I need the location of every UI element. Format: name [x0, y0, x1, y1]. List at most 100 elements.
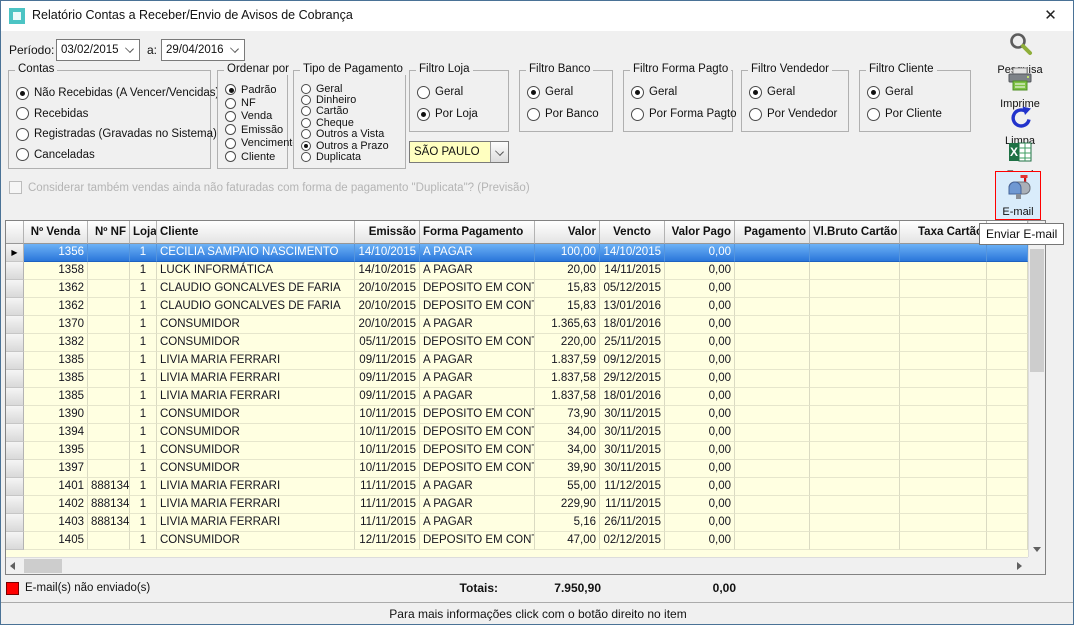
column-header-pagamento[interactable]: Pagamento — [735, 221, 810, 244]
scroll-down-button[interactable] — [1029, 540, 1046, 557]
table-row[interactable]: 13581LUCK INFORMÁTICA14/10/2015A PAGAR20… — [6, 262, 1028, 280]
radio-option-duplicata[interactable]: Duplicata — [301, 151, 403, 162]
cell-loja: 1 — [130, 334, 157, 352]
radio-option-geral[interactable]: Geral — [631, 81, 730, 103]
cell-venda: 1397 — [24, 460, 88, 478]
column-header-loja[interactable]: Loja — [130, 221, 157, 244]
column-header-emissao[interactable]: Emissão — [355, 221, 420, 244]
column-header-forma-pagamento[interactable]: Forma Pagamento — [420, 221, 535, 244]
cell-vl-bruto-cartao — [810, 298, 900, 316]
table-row[interactable]: 14038881341LIVIA MARIA FERRARI11/11/2015… — [6, 514, 1028, 532]
table-row[interactable]: 13951CONSUMIDOR10/11/2015DEPOSITO EM CON… — [6, 442, 1028, 460]
radio-option-geral[interactable]: Geral — [417, 81, 506, 103]
cell-vencto: 14/11/2015 — [600, 262, 665, 280]
group-filtro-loja: Filtro Loja GeralPor Loja — [409, 70, 509, 132]
column-header-venda[interactable]: Nº Venda — [24, 221, 88, 244]
email-label: E-mail — [996, 206, 1040, 218]
radio-label: Geral — [649, 86, 677, 98]
store-select[interactable]: SÃO PAULO — [409, 141, 509, 163]
close-button[interactable]: ✕ — [1028, 1, 1073, 30]
cell-venda: 1394 — [24, 424, 88, 442]
cell-vencto: 30/11/2015 — [600, 442, 665, 460]
forecast-checkbox-row[interactable]: Considerar também vendas ainda não fatur… — [9, 181, 530, 194]
column-header-vl-bruto-cartao[interactable]: Vl.Bruto Cartão — [810, 221, 900, 244]
group-title: Filtro Loja — [416, 63, 473, 75]
svg-text:X: X — [1010, 145, 1018, 159]
table-row[interactable]: 13701CONSUMIDOR20/10/2015A PAGAR1.365,63… — [6, 316, 1028, 334]
row-indicator — [6, 280, 24, 298]
column-header-valor-pago[interactable]: Valor Pago — [665, 221, 735, 244]
radio-option-nf[interactable]: NF — [225, 96, 285, 109]
column-header-cliente[interactable]: Cliente — [157, 221, 355, 244]
vertical-scrollbar[interactable] — [1028, 221, 1045, 557]
radio-option-por-loja[interactable]: Por Loja — [417, 103, 506, 125]
column-header-vencto[interactable]: Vencto — [600, 221, 665, 244]
radio-option-por-cliente[interactable]: Por Cliente — [867, 103, 968, 125]
horizontal-scroll-thumb[interactable] — [24, 559, 62, 573]
radio-option-geral[interactable]: Geral — [749, 81, 846, 103]
radio-option-padrao[interactable]: Padrão — [225, 83, 285, 96]
row-indicator — [6, 460, 24, 478]
table-row[interactable]: 14018881341LIVIA MARIA FERRARI11/11/2015… — [6, 478, 1028, 496]
table-row[interactable]: 13941CONSUMIDOR10/11/2015DEPOSITO EM CON… — [6, 424, 1028, 442]
radio-label: Cliente — [241, 151, 275, 163]
radio-option-nao-recebidas-a-vencer-vencidas[interactable]: Não Recebidas (A Vencer/Vencidas) — [16, 83, 208, 104]
cell-valor-pago: 0,00 — [665, 496, 735, 514]
radio-option-emissao[interactable]: Emissão — [225, 123, 285, 136]
table-row[interactable]: 13851LIVIA MARIA FERRARI09/11/2015A PAGA… — [6, 388, 1028, 406]
cell-nf — [88, 370, 130, 388]
cell-vencto: 30/11/2015 — [600, 406, 665, 424]
radio-option-cliente[interactable]: Cliente — [225, 150, 285, 163]
column-header-taxa-cartao[interactable]: Taxa Cartão — [900, 221, 987, 244]
radio-option-geral[interactable]: Geral — [867, 81, 968, 103]
table-row[interactable]: 13821CONSUMIDOR05/11/2015DEPOSITO EM CON… — [6, 334, 1028, 352]
radio-option-registradas-gravadas-no-sistema[interactable]: Registradas (Gravadas no Sistema) — [16, 124, 208, 145]
total-valor: 7.950,90 — [501, 581, 601, 595]
cell-nf — [88, 406, 130, 424]
table-row[interactable]: 13851LIVIA MARIA FERRARI09/11/2015A PAGA… — [6, 352, 1028, 370]
period-to-select[interactable]: 29/04/2016 — [161, 39, 245, 61]
radio-option-venda[interactable]: Venda — [225, 110, 285, 123]
scroll-right-button[interactable] — [1011, 558, 1028, 575]
radio-option-geral[interactable]: Geral — [301, 83, 403, 94]
radio-option-canceladas[interactable]: Canceladas — [16, 145, 208, 166]
table-row[interactable]: 14028881341LIVIA MARIA FERRARI11/11/2015… — [6, 496, 1028, 514]
cell-vl-bruto-cartao — [810, 532, 900, 550]
radio-option-cheque[interactable]: Cheque — [301, 117, 403, 128]
radio-option-vencimento[interactable]: Vencimento — [225, 137, 285, 150]
radio-label: Por Vendedor — [767, 108, 837, 120]
period-from-select[interactable]: 03/02/2015 — [56, 39, 140, 61]
table-row[interactable]: 13621CLAUDIO GONCALVES DE FARIA20/10/201… — [6, 298, 1028, 316]
row-indicator — [6, 370, 24, 388]
radio-option-por-vendedor[interactable]: Por Vendedor — [749, 103, 846, 125]
radio-circle-icon — [867, 86, 880, 99]
radio-option-outros-a-vista[interactable]: Outros a Vista — [301, 129, 403, 140]
table-row[interactable]: 14051CONSUMIDOR12/11/2015DEPOSITO EM CON… — [6, 532, 1028, 550]
radio-option-geral[interactable]: Geral — [527, 81, 610, 103]
scroll-left-button[interactable] — [6, 558, 23, 575]
imprime-button[interactable]: Imprime — [989, 67, 1051, 110]
column-header-valor[interactable]: Valor — [535, 221, 600, 244]
vertical-scroll-thumb[interactable] — [1030, 249, 1044, 372]
radio-option-recebidas[interactable]: Recebidas — [16, 104, 208, 125]
horizontal-scrollbar[interactable] — [6, 557, 1028, 574]
column-header-nf[interactable]: Nº NF — [88, 221, 130, 244]
group-filtro-cliente: Filtro Cliente GeralPor Cliente — [859, 70, 971, 132]
table-row[interactable]: ▶13561CECILIA SAMPAIO NASCIMENTO14/10/20… — [6, 244, 1028, 262]
cell-nf: 888134 — [88, 514, 130, 532]
radio-option-dinheiro[interactable]: Dinheiro — [301, 94, 403, 105]
radio-option-por-forma-pagto[interactable]: Por Forma Pagto — [631, 103, 730, 125]
radio-option-cartao[interactable]: Cartão — [301, 106, 403, 117]
group-ordenar-por: Ordenar por PadrãoNFVendaEmissãoVencimen… — [217, 70, 288, 169]
table-row[interactable]: 13621CLAUDIO GONCALVES DE FARIA20/10/201… — [6, 280, 1028, 298]
table-row[interactable]: 13901CONSUMIDOR10/11/2015DEPOSITO EM CON… — [6, 406, 1028, 424]
email-button[interactable]: E-mail — [995, 171, 1041, 220]
radio-option-outros-a-prazo[interactable]: Outros a Prazo — [301, 140, 403, 151]
cell-cliente: LUCK INFORMÁTICA — [157, 262, 355, 280]
cell-taxa-cartao — [900, 244, 987, 262]
table-row[interactable]: 13851LIVIA MARIA FERRARI09/11/2015A PAGA… — [6, 370, 1028, 388]
table-row[interactable]: 13971CONSUMIDOR10/11/2015DEPOSITO EM CON… — [6, 460, 1028, 478]
checkbox-icon[interactable] — [9, 181, 22, 194]
radio-option-por-banco[interactable]: Por Banco — [527, 103, 610, 125]
combo-dropdown-button[interactable] — [490, 142, 508, 162]
